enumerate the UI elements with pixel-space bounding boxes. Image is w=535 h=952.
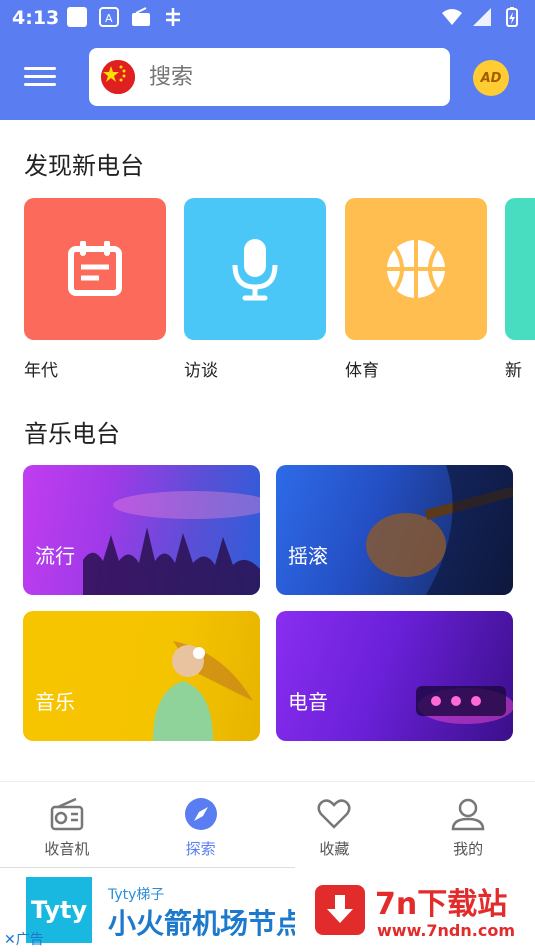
notification-app-icon bbox=[66, 6, 88, 28]
tile-label-era: 年代 bbox=[24, 361, 58, 378]
calendar-icon bbox=[68, 241, 122, 296]
nav-explore[interactable]: 探索 bbox=[134, 782, 268, 867]
tile-news[interactable] bbox=[505, 198, 535, 340]
ad-close-tag[interactable]: ✕广告 bbox=[4, 929, 44, 949]
tile-era[interactable] bbox=[24, 198, 166, 340]
hamburger-icon bbox=[24, 67, 56, 70]
ad-tag-label: 广告 bbox=[15, 932, 44, 948]
watermark-title: 7n下载站 bbox=[375, 887, 508, 922]
svg-text:A: A bbox=[105, 12, 113, 25]
download-arrow-icon bbox=[315, 885, 365, 935]
nav-radio[interactable]: 收音机 bbox=[0, 782, 134, 867]
music-label-electronic: 电音 bbox=[288, 690, 328, 714]
site-watermark: 7n下载站 www.7ndn.com bbox=[295, 867, 535, 952]
search-bar[interactable] bbox=[89, 48, 450, 106]
app-header: 4:13 A 搜索 AD bbox=[0, 0, 535, 120]
text-app-icon: A bbox=[98, 6, 120, 28]
nav-label-radio: 收音机 bbox=[44, 840, 90, 858]
basketball-icon bbox=[387, 240, 445, 298]
woman-headphones-image bbox=[153, 641, 253, 741]
music-card-rock[interactable]: 摇滚 bbox=[276, 465, 513, 595]
heart-icon bbox=[316, 796, 352, 832]
radio-icon bbox=[49, 796, 85, 832]
ad-small-text: Tyty梯子 bbox=[108, 887, 165, 903]
status-time: 4:13 bbox=[12, 7, 60, 29]
ad-badge-label: AD bbox=[480, 70, 502, 86]
music-card-pop[interactable]: 流行 bbox=[23, 465, 260, 595]
discover-section-title: 发现新电台 bbox=[24, 152, 144, 180]
music-card-music[interactable]: 音乐 bbox=[23, 611, 260, 741]
nav-favorites[interactable]: 收藏 bbox=[268, 782, 402, 867]
ad-headline: 小火箭机场节点 bbox=[108, 907, 295, 940]
music-label-music: 音乐 bbox=[35, 690, 75, 714]
battery-icon bbox=[501, 6, 523, 28]
dj-mixer-image bbox=[416, 686, 513, 724]
china-flag-icon[interactable] bbox=[101, 60, 135, 94]
music-label-rock: 摇滚 bbox=[288, 544, 328, 568]
discover-row: 年代 访谈 体育 新闻 bbox=[24, 198, 535, 378]
nav-profile[interactable]: 我的 bbox=[401, 782, 535, 867]
nav-label-profile: 我的 bbox=[453, 840, 484, 858]
signal-icon bbox=[471, 6, 493, 28]
close-icon: ✕ bbox=[4, 932, 16, 948]
user-icon bbox=[450, 796, 486, 832]
search-input[interactable] bbox=[149, 64, 419, 90]
wifi-icon bbox=[441, 6, 463, 28]
tile-label-talk: 访谈 bbox=[184, 361, 218, 378]
remove-ads-button[interactable]: AD bbox=[473, 60, 509, 96]
menu-button[interactable] bbox=[24, 62, 64, 96]
bottom-nav: 收音机 探索 收藏 我的 bbox=[0, 781, 535, 867]
tile-label-news: 新闻 bbox=[505, 361, 522, 378]
music-card-electronic[interactable]: 电音 bbox=[276, 611, 513, 741]
compass-icon bbox=[183, 796, 219, 832]
guitar-image bbox=[366, 465, 513, 595]
watermark-url: www.7ndn.com bbox=[377, 921, 515, 940]
music-label-pop: 流行 bbox=[35, 544, 75, 568]
nav-label-explore: 探索 bbox=[185, 840, 216, 858]
ad-banner[interactable]: Tyty Tyty梯子 小火箭机场节点 bbox=[0, 867, 295, 952]
microphone-icon bbox=[232, 239, 278, 301]
concert-crowd-image bbox=[83, 491, 260, 595]
music-section-title: 音乐电台 bbox=[24, 420, 120, 448]
tile-sports[interactable] bbox=[345, 198, 487, 340]
tile-label-sports: 体育 bbox=[345, 361, 379, 378]
radio-status-icon bbox=[130, 6, 152, 28]
tile-talk[interactable] bbox=[184, 198, 326, 340]
nav-label-favorites: 收藏 bbox=[319, 840, 350, 858]
status-bar: 4:13 A bbox=[0, 0, 535, 36]
bug-status-icon bbox=[162, 6, 184, 28]
